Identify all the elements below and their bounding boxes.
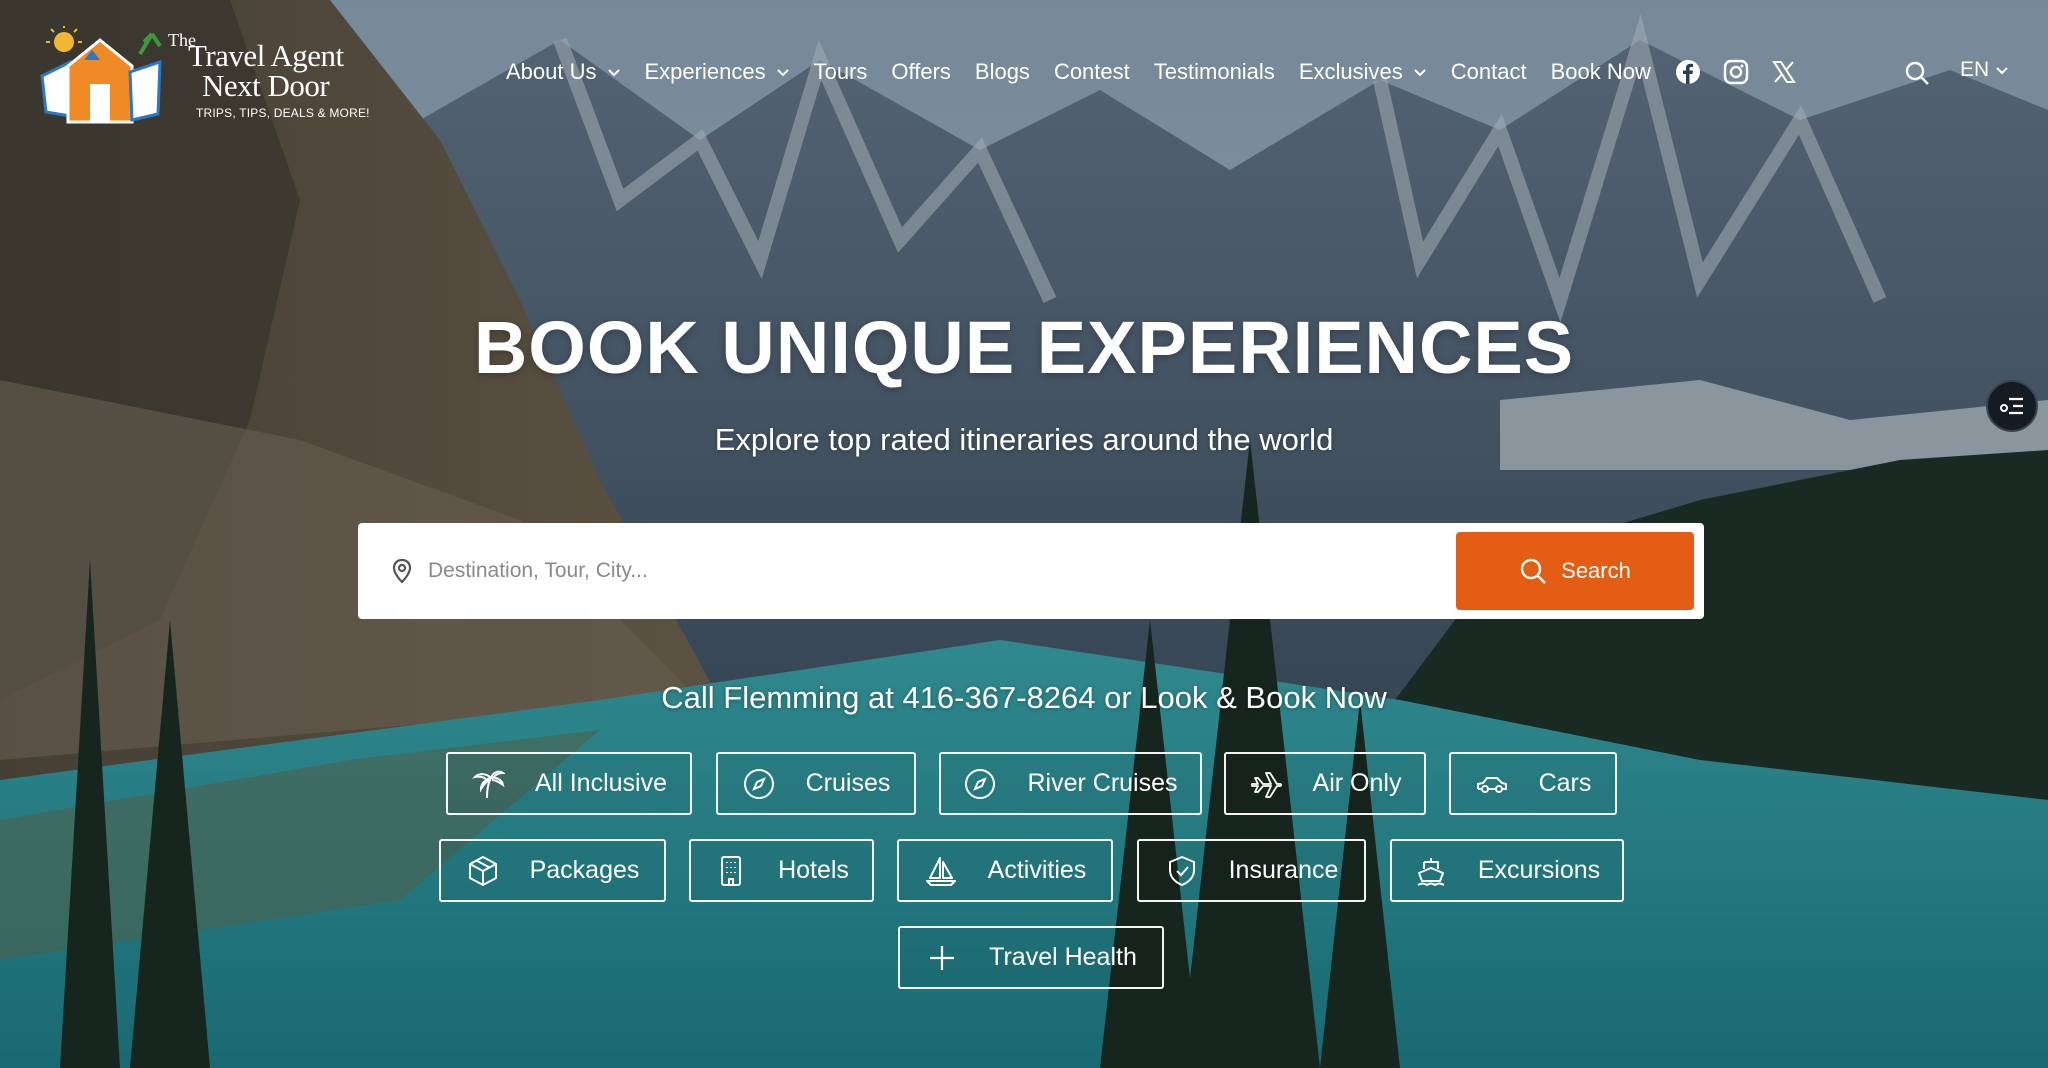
x-icon[interactable]: [1771, 59, 1797, 85]
nav-about-us[interactable]: About Us: [506, 59, 621, 85]
category-air-only[interactable]: Air Only: [1224, 752, 1426, 815]
search-bar: Search: [358, 523, 1704, 619]
nav-contest-label: Contest: [1053, 59, 1130, 84]
nav-blogs[interactable]: Blogs: [975, 59, 1030, 85]
nav-experiences-label: Experiences: [644, 59, 766, 84]
nav-tours-label: Tours: [813, 59, 868, 84]
nav-exclusives-label: Exclusives: [1298, 59, 1403, 84]
chevron-down-icon: [1996, 67, 2008, 75]
plane-icon: [1250, 771, 1282, 798]
search-button-label: Search: [1561, 558, 1631, 583]
category-excursions[interactable]: Excursions: [1390, 839, 1624, 902]
category-hotels[interactable]: Hotels: [689, 839, 874, 902]
category-all-inclusive[interactable]: All Inclusive: [446, 752, 692, 815]
logo-tagline: TRIPS, TIPS, DEALS & MORE!: [196, 106, 370, 120]
nav-experiences[interactable]: Experiences: [645, 59, 790, 85]
category-label: Cars: [1538, 769, 1592, 797]
language-selector[interactable]: EN: [1960, 58, 2009, 82]
chevron-down-icon: [1414, 69, 1426, 77]
nav-offers[interactable]: Offers: [891, 59, 951, 85]
nav-contest[interactable]: Contest: [1054, 59, 1130, 85]
language-label: EN: [1960, 58, 1990, 81]
category-label: All Inclusive: [535, 769, 667, 797]
category-label: Activities: [987, 856, 1087, 884]
nav-about-us-label: About Us: [506, 59, 597, 84]
category-activities[interactable]: Activities: [897, 839, 1113, 902]
hero-title: BOOK UNIQUE EXPERIENCES: [473, 306, 1575, 389]
ship-icon: [1417, 857, 1445, 886]
nav-exclusives[interactable]: Exclusives: [1299, 59, 1427, 85]
palm-tree-icon: [471, 770, 505, 798]
nav-testimonials[interactable]: Testimonials: [1154, 59, 1275, 85]
nav-blogs-label: Blogs: [974, 59, 1030, 84]
plus-icon: [930, 945, 955, 970]
social-links: [1675, 59, 1819, 85]
category-label: Air Only: [1312, 769, 1402, 797]
filter-list-icon: [2000, 397, 2023, 415]
shield-check-icon: [1168, 855, 1195, 886]
category-label: Insurance: [1228, 856, 1339, 884]
category-label: Hotels: [778, 856, 849, 884]
category-cars[interactable]: Cars: [1449, 752, 1617, 815]
compass-icon: [743, 768, 774, 799]
category-packages[interactable]: Packages: [439, 839, 666, 902]
car-icon: [1476, 776, 1507, 793]
search-icon[interactable]: [1904, 60, 1930, 86]
chevron-down-icon: [776, 69, 789, 77]
nav-offers-label: Offers: [891, 59, 951, 84]
sailboat-icon: [925, 856, 956, 886]
compass-icon: [965, 768, 996, 799]
package-icon: [468, 855, 497, 886]
chevron-down-icon: [607, 69, 620, 77]
destination-search-input[interactable]: [428, 545, 1428, 597]
category-river-cruises[interactable]: River Cruises: [939, 752, 1202, 815]
nav-contact-label: Contact: [1450, 59, 1527, 84]
nav-testimonials-label: Testimonials: [1153, 59, 1275, 84]
location-pin-icon: [392, 558, 412, 584]
building-icon: [721, 855, 742, 886]
category-cruises[interactable]: Cruises: [716, 752, 916, 815]
category-label: Excursions: [1477, 856, 1601, 884]
category-label: River Cruises: [1027, 769, 1178, 797]
search-button[interactable]: Search: [1456, 532, 1694, 610]
instagram-icon[interactable]: [1723, 59, 1749, 85]
call-to-action-text: Call Flemming at 416-367-8264 or Look & …: [661, 680, 1387, 715]
site-logo[interactable]: The Travel Agent Next Door TRIPS, TIPS, …: [40, 26, 369, 126]
category-label: Travel Health: [989, 943, 1137, 971]
hero-subtitle: Explore top rated itineraries around the…: [714, 422, 1334, 457]
category-label: Cruises: [805, 769, 891, 797]
facebook-icon[interactable]: [1675, 59, 1701, 85]
category-travel-health[interactable]: Travel Health: [898, 926, 1164, 989]
nav-book-now-label: Book Now: [1550, 59, 1651, 84]
main-nav: About Us Experiences Tours Offers Blogs …: [506, 52, 1819, 92]
nav-tours[interactable]: Tours: [814, 59, 868, 85]
logo-text-line2: Next Door: [202, 68, 330, 103]
nav-contact[interactable]: Contact: [1451, 59, 1527, 85]
search-icon: [1520, 558, 1546, 584]
category-label: Packages: [529, 856, 640, 884]
logo-houses-icon: [40, 26, 162, 124]
category-insurance[interactable]: Insurance: [1137, 839, 1366, 902]
nav-book-now[interactable]: Book Now: [1551, 59, 1651, 85]
